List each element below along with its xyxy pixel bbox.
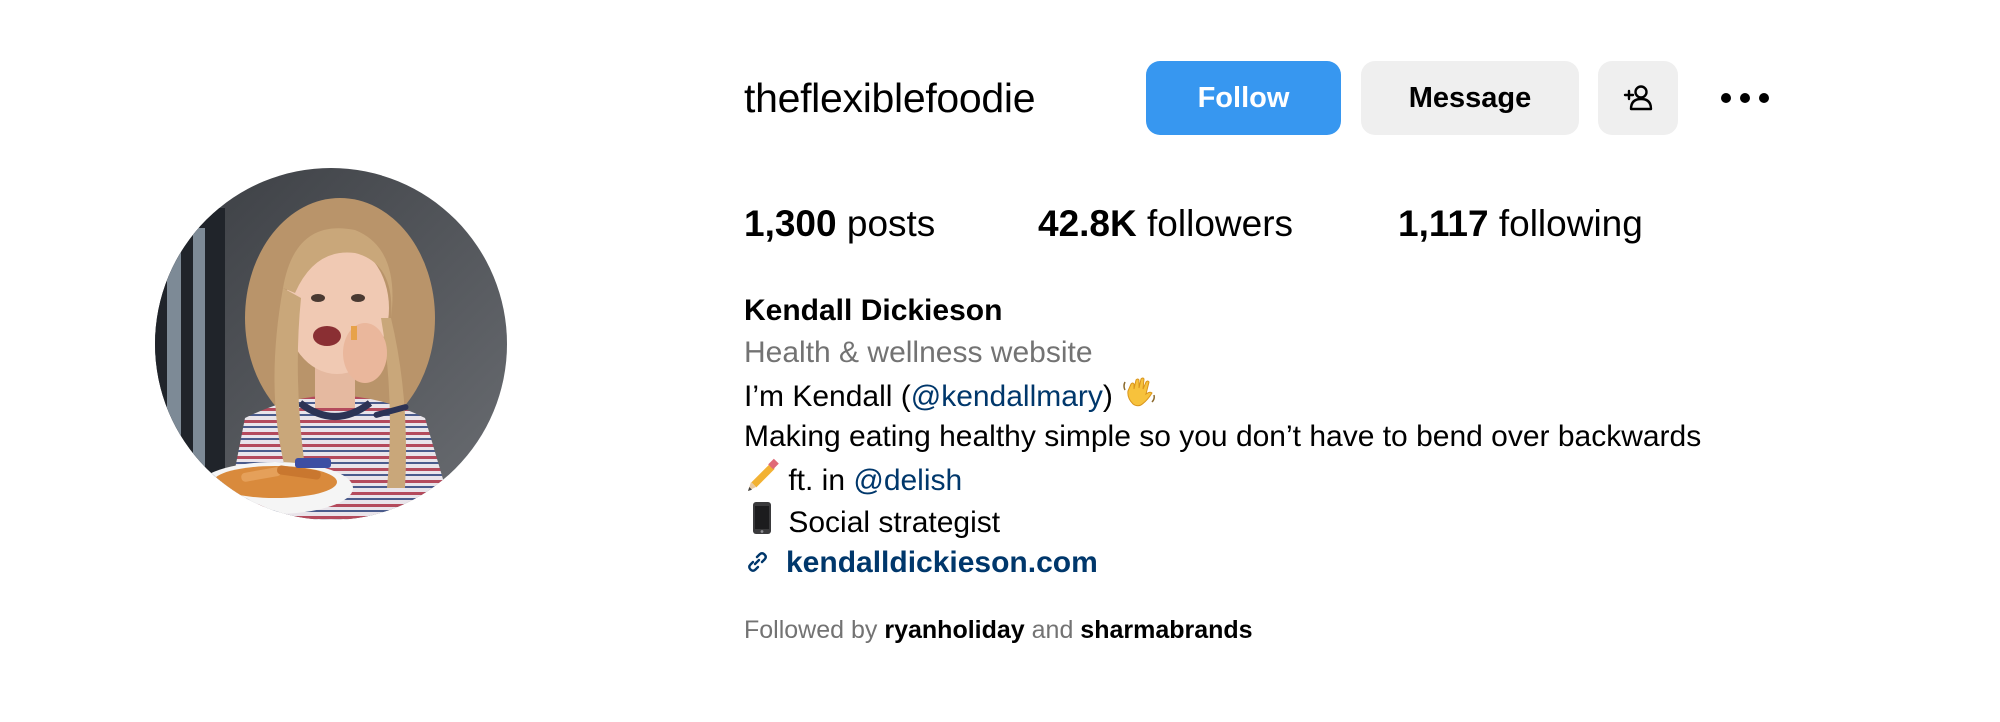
followed-by-prefix: Followed by <box>744 616 885 644</box>
mobile-phone-icon <box>753 502 771 534</box>
bio-line-role: Social strategist <box>744 500 1964 542</box>
bio-line-intro: I’m Kendall (@kendallmary) <box>744 374 1964 416</box>
profile-bio: Kendall Dickieson Health & wellness webs… <box>744 290 1964 584</box>
mention-link-kendallmary[interactable]: @kendallmary <box>911 380 1103 413</box>
followed-by[interactable]: Followed by ryanholiday and sharmabrands <box>744 612 1253 648</box>
pencil-icon <box>748 458 779 491</box>
posts-count: 1,300 <box>744 203 837 244</box>
posts-label: posts <box>846 203 936 244</box>
bio-line-featured: ft. in @delish <box>744 458 1964 500</box>
message-button[interactable]: Message <box>1361 61 1579 135</box>
followed-by-user-ryanholiday: ryanholiday <box>884 616 1025 644</box>
follow-button[interactable]: Follow <box>1146 61 1341 135</box>
suggested-accounts-button[interactable] <box>1598 61 1678 135</box>
more-options-button[interactable] <box>1710 61 1780 135</box>
followers-count: 42.8K <box>1038 203 1137 244</box>
link-icon <box>748 552 767 572</box>
following-count: 1,117 <box>1398 203 1489 244</box>
bio-name: Kendall Dickieson <box>744 294 1003 327</box>
more-horizontal-icon <box>1721 93 1769 103</box>
bio-intro-suffix: ) <box>1102 380 1113 413</box>
following-stat[interactable]: 1,117 following <box>1398 200 1643 248</box>
bio-website-link[interactable]: kendalldickieson.com <box>744 542 1964 584</box>
bio-featured-prefix: ft. in <box>780 464 854 497</box>
followed-by-user-sharmabrands: sharmabrands <box>1080 616 1253 644</box>
avatar-image <box>155 168 507 520</box>
profile-username: theflexiblefoodie <box>744 75 1036 121</box>
followers-label: followers <box>1147 203 1294 244</box>
followers-stat[interactable]: 42.8K followers <box>1038 200 1293 248</box>
waving-hand-icon <box>1123 377 1156 407</box>
followed-by-conjunction: and <box>1024 616 1081 644</box>
profile-avatar[interactable] <box>155 168 507 520</box>
add-person-icon <box>1623 85 1653 111</box>
mention-link-delish[interactable]: @delish <box>853 464 962 497</box>
bio-intro-prefix: I’m Kendall ( <box>744 380 911 413</box>
profile-header: theflexiblefoodie Follow Message 1,300 p… <box>744 0 1964 722</box>
bio-category: Health & wellness website <box>744 336 1093 369</box>
bio-line-tagline: Making eating healthy simple so you don’… <box>744 420 1702 453</box>
bio-role-text: Social strategist <box>780 506 1001 539</box>
following-label: following <box>1498 203 1643 244</box>
posts-stat: 1,300 posts <box>744 200 935 248</box>
website-link-text: kendalldickieson.com <box>786 546 1098 579</box>
